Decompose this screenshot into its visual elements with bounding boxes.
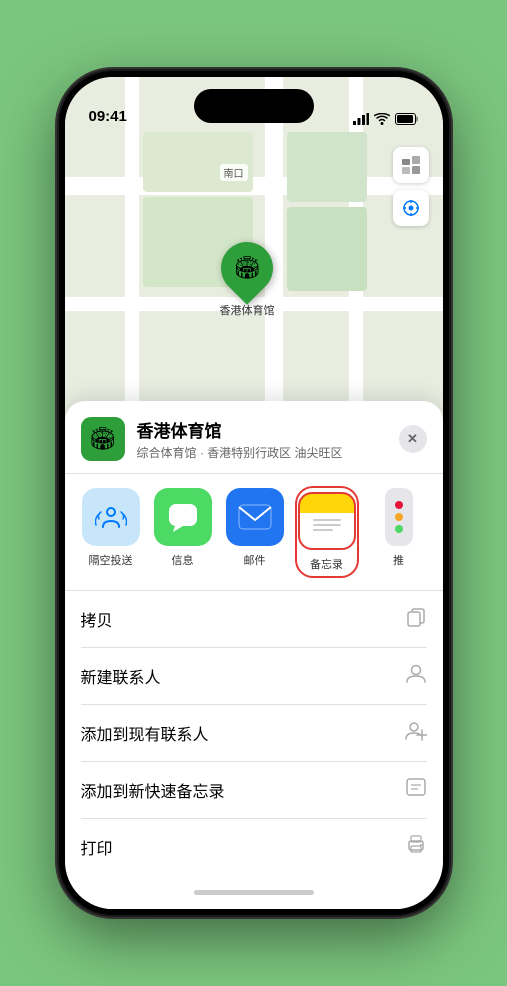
notes-line-3 <box>313 529 333 531</box>
battery-icon <box>395 113 419 125</box>
venue-icon: 🏟 <box>81 417 125 461</box>
map-label-north-entrance: 南口 <box>220 164 248 181</box>
share-item-airdrop[interactable]: 隔空投送 <box>81 488 141 576</box>
action-new-contact-label: 新建联系人 <box>81 664 161 688</box>
home-indicator <box>65 875 443 909</box>
home-bar <box>194 890 314 895</box>
venue-info: 香港体育馆 综合体育馆 · 香港特别行政区 油尖旺区 <box>137 417 399 461</box>
phone-screen: 09:41 <box>65 77 443 909</box>
action-add-existing[interactable]: 添加到现有联系人 <box>81 705 427 762</box>
add-existing-icon <box>405 719 427 747</box>
venue-subtitle: 综合体育馆 · 香港特别行政区 油尖旺区 <box>137 444 399 461</box>
notes-line-1 <box>313 519 341 521</box>
notes-lines <box>313 519 341 531</box>
more-label: 推 <box>393 552 404 568</box>
wifi-icon <box>374 113 390 125</box>
notes-line-2 <box>313 524 341 526</box>
dynamic-island <box>194 89 314 123</box>
action-print-label: 打印 <box>81 835 113 859</box>
quick-note-icon <box>405 776 427 804</box>
copy-icon <box>405 605 427 633</box>
action-copy-label: 拷贝 <box>81 607 113 631</box>
action-print[interactable]: 打印 <box>81 819 427 875</box>
share-item-messages[interactable]: 信息 <box>153 488 213 576</box>
share-item-more[interactable]: 推 <box>369 488 429 576</box>
airdrop-label: 隔空投送 <box>89 552 133 568</box>
pin-icon: 🏟 <box>233 255 261 281</box>
map-controls <box>393 147 429 226</box>
share-item-notes[interactable]: 备忘录 <box>297 488 357 576</box>
messages-icon <box>167 502 199 532</box>
venue-pin[interactable]: 🏟 香港体育馆 <box>220 242 275 318</box>
status-time: 09:41 <box>89 108 127 125</box>
pin-circle: 🏟 <box>210 231 284 305</box>
messages-icon-wrap <box>154 488 212 546</box>
mail-icon <box>238 504 272 530</box>
action-list: 拷贝 新建联系人 <box>65 591 443 875</box>
action-new-contact[interactable]: 新建联系人 <box>81 648 427 705</box>
close-button[interactable]: ✕ <box>399 425 427 453</box>
venue-name: 香港体育馆 <box>137 417 399 442</box>
action-add-existing-label: 添加到现有联系人 <box>81 721 209 745</box>
messages-label: 信息 <box>172 552 194 568</box>
print-icon <box>405 833 427 861</box>
share-item-mail[interactable]: 邮件 <box>225 488 285 576</box>
notes-label: 备忘录 <box>310 556 343 572</box>
airdrop-icon-wrap <box>82 488 140 546</box>
map-type-button[interactable] <box>393 147 429 183</box>
mail-label: 邮件 <box>244 552 266 568</box>
action-copy[interactable]: 拷贝 <box>81 591 427 648</box>
airdrop-icon <box>95 501 127 533</box>
share-row: 隔空投送 信息 <box>65 474 443 591</box>
phone-frame: 09:41 <box>59 71 449 915</box>
bottom-sheet: 🏟 香港体育馆 综合体育馆 · 香港特别行政区 油尖旺区 ✕ <box>65 401 443 909</box>
action-quick-note[interactable]: 添加到新快速备忘录 <box>81 762 427 819</box>
mail-icon-wrap <box>226 488 284 546</box>
status-icons <box>353 113 419 125</box>
signal-icon <box>353 113 369 125</box>
venue-header: 🏟 香港体育馆 综合体育馆 · 香港特别行政区 油尖旺区 ✕ <box>65 401 443 474</box>
more-icon-wrap <box>385 488 413 546</box>
new-contact-icon <box>405 662 427 690</box>
notes-icon-wrap <box>298 492 356 550</box>
action-quick-note-label: 添加到新快速备忘录 <box>81 778 225 802</box>
location-button[interactable] <box>393 190 429 226</box>
